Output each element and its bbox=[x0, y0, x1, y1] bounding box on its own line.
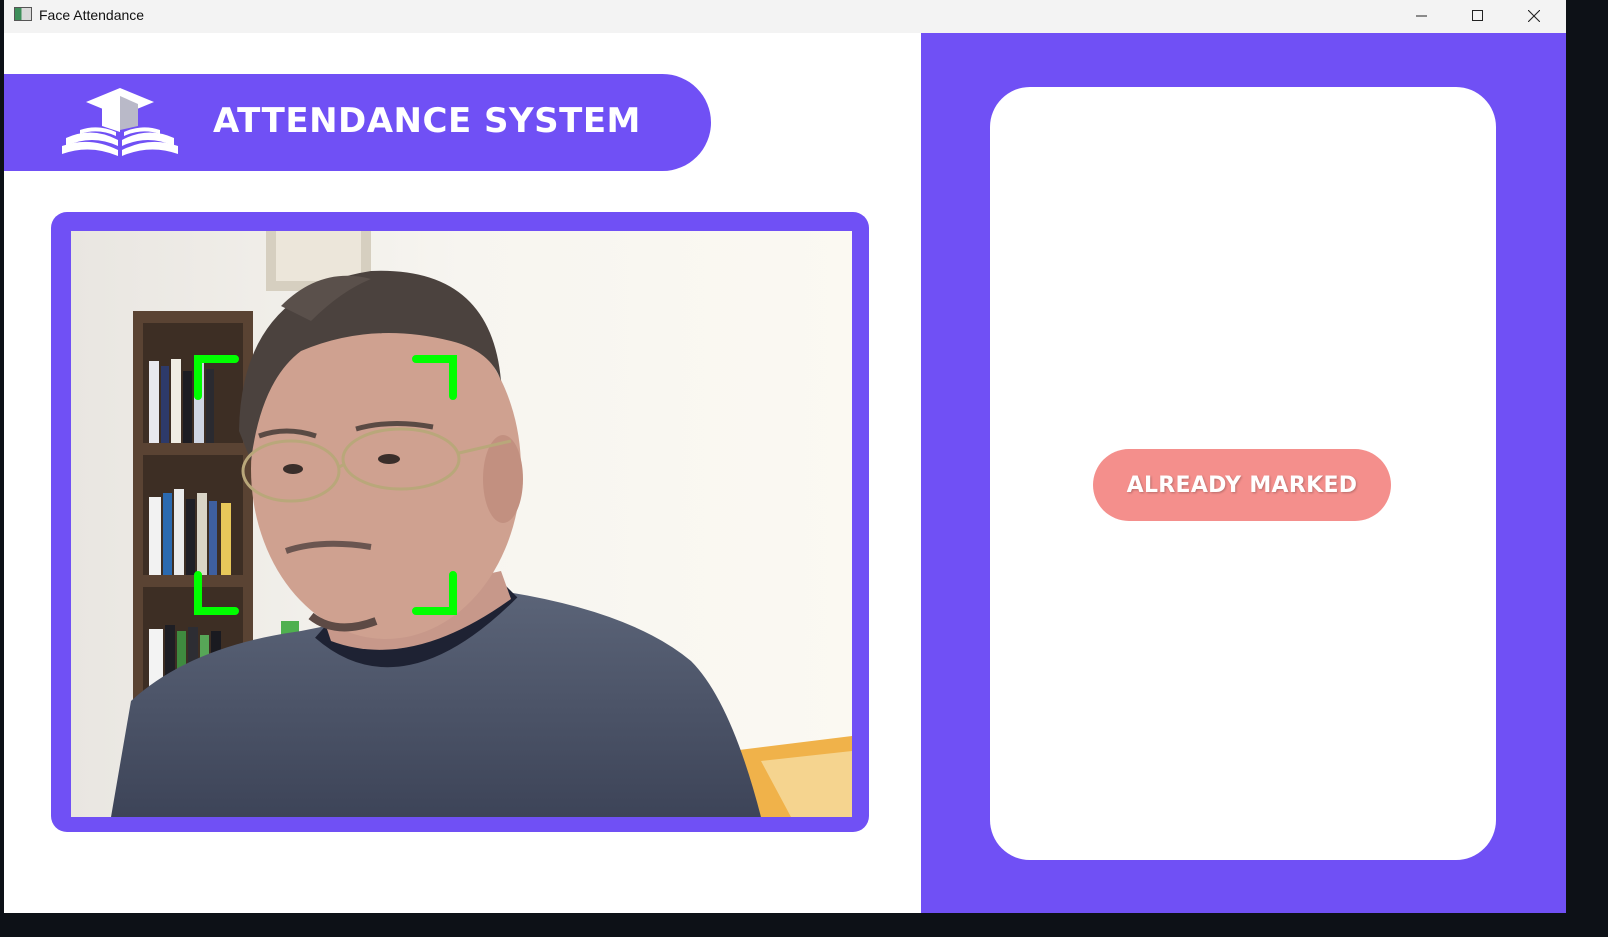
right-panel: ALREADY MARKED bbox=[921, 33, 1566, 913]
minimize-icon bbox=[1416, 15, 1427, 17]
webcam-feed bbox=[71, 231, 852, 817]
student-info-card: ALREADY MARKED bbox=[990, 87, 1496, 860]
header-banner: ATTENDANCE SYSTEM bbox=[4, 74, 711, 171]
app-window-icon bbox=[14, 7, 32, 21]
window-title: Face Attendance bbox=[39, 7, 145, 23]
maximize-button[interactable] bbox=[1450, 0, 1506, 33]
status-label: ALREADY MARKED bbox=[1126, 472, 1358, 498]
camera-frame bbox=[51, 212, 869, 832]
maximize-icon bbox=[1472, 10, 1483, 21]
minimize-button[interactable] bbox=[1394, 0, 1450, 33]
webcam-image bbox=[71, 231, 852, 817]
status-badge: ALREADY MARKED bbox=[1093, 449, 1391, 521]
title-bar[interactable]: Face Attendance bbox=[4, 0, 1566, 33]
close-button[interactable] bbox=[1506, 0, 1562, 33]
page-title: ATTENDANCE SYSTEM bbox=[213, 101, 641, 141]
app-window: Face Attendance ATTENDANCE SYSTEM ALREAD… bbox=[4, 0, 1566, 913]
graduation-cap-book-icon bbox=[62, 88, 178, 156]
close-icon bbox=[1528, 10, 1540, 22]
